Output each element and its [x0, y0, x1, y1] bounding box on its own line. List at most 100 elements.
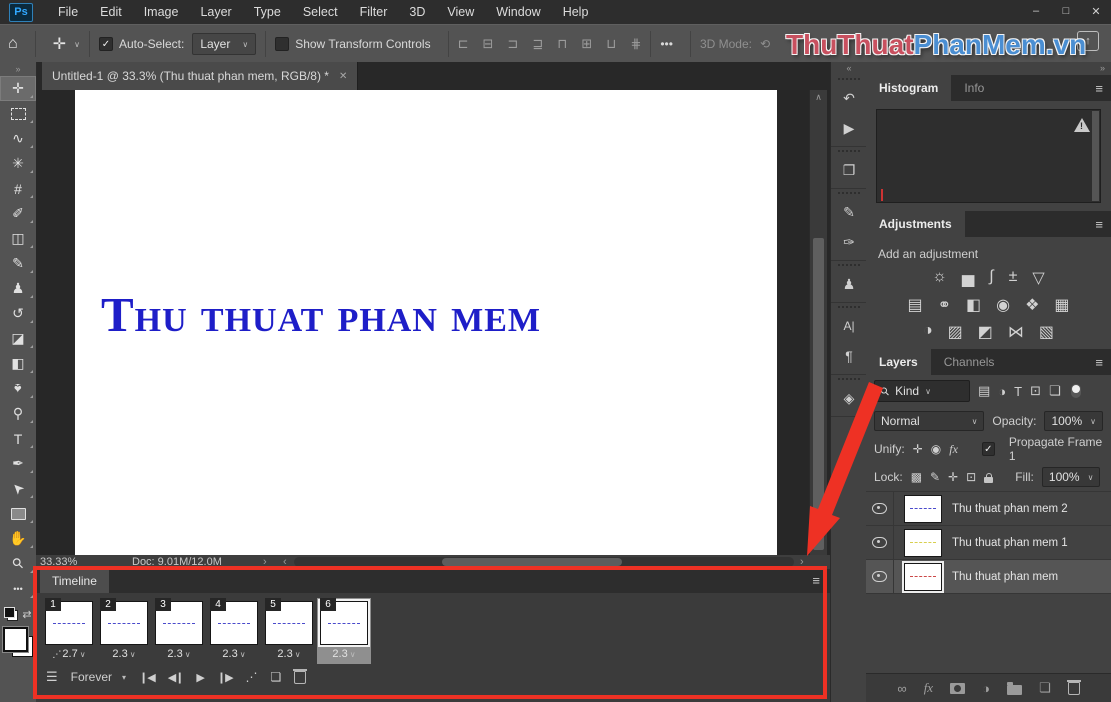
brightness-contrast-icon[interactable]: ☼ [932, 268, 947, 288]
panel-menu-icon[interactable]: ≡ [812, 573, 820, 588]
frame-duration[interactable]: 2.3∨ [97, 648, 151, 663]
auto-select-checkbox[interactable]: ✓ [99, 37, 113, 51]
canvas[interactable]: Thu thuat phan mem [75, 90, 777, 555]
panel-menu-icon[interactable]: ≡ [1095, 355, 1103, 370]
menu-image[interactable]: Image [133, 0, 190, 24]
minimize-button[interactable]: – [1021, 0, 1051, 22]
invert-icon[interactable]: ◑ [923, 322, 933, 342]
tool-crop[interactable]: # [0, 176, 36, 201]
zoom-level-field[interactable]: 33.33% [40, 556, 77, 568]
show-transform-checkbox[interactable] [275, 37, 289, 51]
menu-type[interactable]: Type [243, 0, 292, 24]
menu-edit[interactable]: Edit [89, 0, 133, 24]
menu-3d[interactable]: 3D [398, 0, 436, 24]
filter-image-icon[interactable]: ▤ [978, 383, 990, 399]
unify-visibility-icon[interactable]: ◉ [931, 442, 941, 456]
document-area[interactable]: Thu thuat phan mem ∧ [36, 90, 830, 555]
filter-shape-icon[interactable]: ⊡ [1030, 383, 1041, 399]
unify-style-icon[interactable]: fx [949, 442, 958, 457]
tool-blur[interactable]: ♠ [0, 376, 36, 401]
move-tool-icon[interactable]: ✛ [53, 34, 66, 54]
tool-move[interactable]: ✛ [0, 76, 36, 101]
swap-colors-icon[interactable]: ⇄ [22, 608, 31, 621]
delete-layer-icon[interactable] [1068, 682, 1080, 695]
layer-visibility-cell[interactable] [866, 526, 894, 559]
tool-hand[interactable]: ✋ [0, 526, 36, 551]
tool-dodge[interactable]: ⚲ [0, 401, 36, 426]
align-center-h-icon[interactable]: ⊟ [483, 36, 494, 52]
selective-color-icon[interactable]: ▧ [1039, 322, 1054, 342]
tool-history-brush[interactable]: ↺ [0, 301, 36, 326]
tool-presets-panel-icon[interactable]: ✑ [831, 227, 867, 257]
layer-row-selected[interactable]: Thu thuat phan mem [866, 560, 1111, 594]
threshold-icon[interactable]: ◩ [978, 322, 993, 342]
duplicate-frame-button[interactable]: ❏ [271, 670, 282, 684]
align-top-icon[interactable]: ⊓ [557, 36, 567, 52]
chevron-down-icon[interactable]: ∨ [74, 40, 80, 49]
tool-spot-healing-brush[interactable]: ◫ [0, 226, 36, 251]
tool-lasso[interactable]: ∿ [0, 126, 36, 151]
horizontal-scrollbar-thumb[interactable] [442, 558, 622, 566]
menu-layer[interactable]: Layer [189, 0, 242, 24]
tool-gradient[interactable]: ◧ [0, 351, 36, 376]
convert-to-video-timeline-icon[interactable]: ☰ [46, 669, 58, 685]
frame-5[interactable]: 5 2.3∨ [262, 598, 316, 664]
menu-window[interactable]: Window [485, 0, 551, 24]
layer-visibility-cell[interactable] [866, 560, 894, 593]
scroll-up-icon[interactable]: ∧ [810, 92, 827, 103]
propagate-frame-checkbox[interactable]: ✓ [982, 442, 995, 456]
frame-6-selected[interactable]: 6 2.3∨ [317, 598, 371, 664]
menu-select[interactable]: Select [292, 0, 349, 24]
menu-file[interactable]: File [47, 0, 89, 24]
tab-timeline[interactable]: Timeline [40, 569, 109, 593]
layer-row[interactable]: Thu thuat phan mem 1 [866, 526, 1111, 560]
vertical-scrollbar[interactable]: ∧ [809, 90, 827, 555]
frame-3[interactable]: 3 2.3∨ [152, 598, 206, 664]
actions-panel-icon[interactable]: ▶ [831, 113, 867, 143]
new-group-icon[interactable] [1007, 685, 1022, 695]
tool-eyedropper[interactable]: ✐ [0, 201, 36, 226]
align-middle-icon[interactable]: ⊞ [581, 36, 592, 52]
align-justify-icon[interactable]: ⊒ [532, 36, 543, 52]
tab-close-icon[interactable]: ✕ [339, 71, 347, 82]
loop-count-dropdown[interactable]: Forever ▾ [71, 670, 126, 684]
tool-quick-selection[interactable]: ✳ [0, 151, 36, 176]
tool-type[interactable]: T [0, 426, 36, 451]
layer-visibility-cell[interactable] [866, 492, 894, 525]
filter-type-icon[interactable]: T [1014, 384, 1022, 399]
tool-rectangle-shape[interactable] [0, 501, 36, 526]
delete-frame-icon[interactable] [294, 671, 306, 684]
vertical-scrollbar-thumb[interactable] [813, 238, 824, 550]
maximize-button[interactable]: □ [1051, 0, 1081, 22]
frame-4[interactable]: 4 2.3∨ [207, 598, 261, 664]
curves-icon[interactable]: ∫ [989, 268, 993, 288]
edit-toolbar-button[interactable]: ••• [0, 576, 36, 601]
fill-field[interactable]: 100% ∨ [1042, 467, 1101, 487]
frame-duration[interactable]: ⋰2.7∨ [42, 648, 96, 663]
align-bottom-icon[interactable]: ⊔ [606, 36, 616, 52]
close-button[interactable]: ✕ [1081, 0, 1111, 22]
exposure-icon[interactable]: ± [1009, 268, 1018, 288]
first-frame-button[interactable]: ❙◀ [139, 671, 155, 684]
color-balance-icon[interactable]: ⚭ [938, 295, 951, 315]
tool-brush[interactable]: ✎ [0, 251, 36, 276]
3d-panel-icon[interactable]: ◈ [831, 383, 867, 413]
lock-pixels-icon[interactable]: ✎ [930, 470, 940, 484]
next-frame-button[interactable]: ❙▶ [217, 671, 233, 684]
tool-rectangular-marquee[interactable] [0, 101, 36, 126]
frame-1[interactable]: 1 ⋰2.7∨ [42, 598, 96, 664]
toolbar-collapse-icon[interactable]: » [0, 62, 36, 76]
frame-duration[interactable]: 2.3∨ [207, 648, 261, 663]
lock-position-icon[interactable]: ✛ [948, 470, 958, 484]
layer-thumbnail[interactable] [904, 529, 942, 557]
tab-adjustments[interactable]: Adjustments [866, 211, 965, 237]
previous-frame-button[interactable]: ◀❙ [168, 671, 184, 684]
channel-mixer-icon[interactable]: ❖ [1025, 295, 1039, 315]
panels-collapse-icon[interactable]: » [866, 62, 1111, 75]
panel-menu-icon[interactable]: ≡ [1095, 217, 1103, 232]
opacity-field[interactable]: 100% ∨ [1044, 411, 1103, 431]
vibrance-icon[interactable]: ▽ [1032, 268, 1044, 288]
home-icon[interactable]: ⌂ [8, 35, 18, 53]
libraries-panel-icon[interactable]: ❐ [831, 155, 867, 185]
align-right-icon[interactable]: ⊐ [507, 36, 518, 52]
